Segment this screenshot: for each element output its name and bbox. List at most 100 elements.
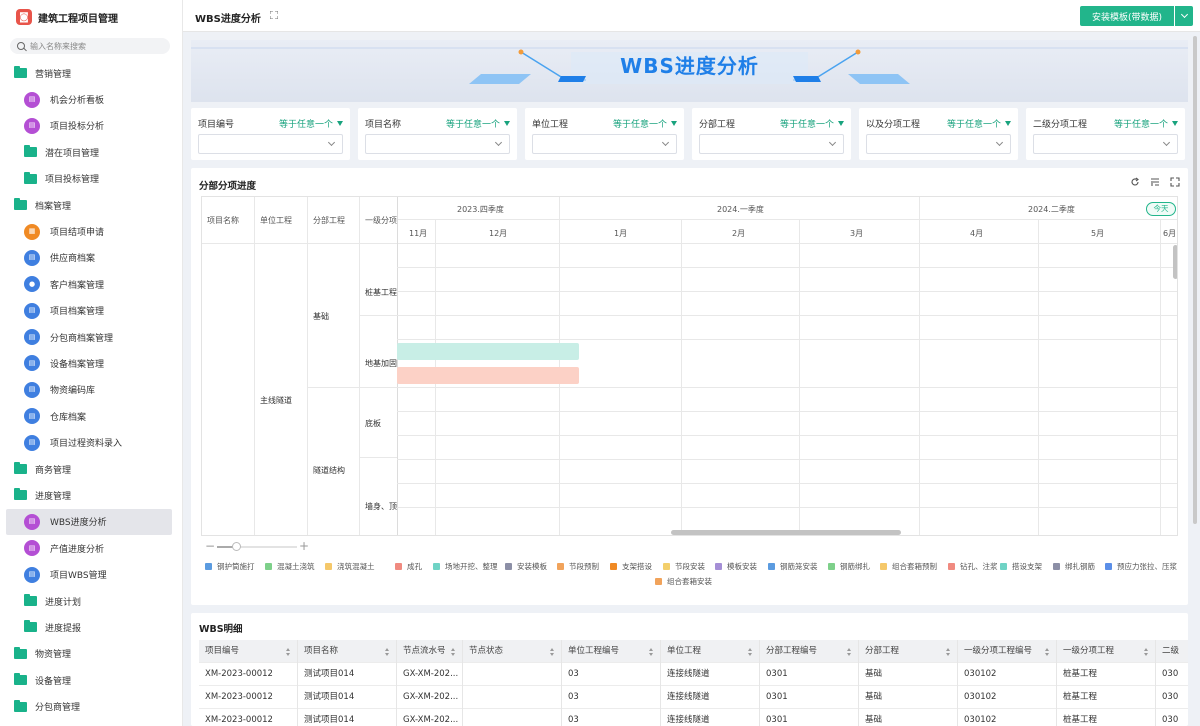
gantt-bar[interactable] bbox=[397, 367, 579, 384]
legend-item[interactable]: 钢筋笼安装 bbox=[768, 561, 818, 572]
horizontal-scrollbar[interactable] bbox=[671, 530, 901, 535]
column-header[interactable]: 二级 bbox=[1156, 640, 1188, 663]
column-header[interactable]: 一级分项工程编号 bbox=[958, 640, 1057, 663]
fullscreen-icon[interactable] bbox=[270, 11, 278, 19]
sidebar-item[interactable]: ▤ 分包商档案管理 bbox=[0, 324, 182, 350]
fullscreen-icon[interactable] bbox=[1170, 177, 1180, 187]
sidebar-item[interactable]: 设备管理 bbox=[0, 667, 182, 693]
column-header[interactable]: 节点流水号 bbox=[397, 640, 463, 663]
table-row[interactable]: XM-2023-00012 测试项目014 GX-XM-202... 03 连接线隧道 0… bbox=[199, 686, 1188, 709]
sidebar-item[interactable]: ▤ 设备档案管理 bbox=[0, 350, 182, 376]
sidebar-item[interactable]: 分包商管理 bbox=[0, 693, 182, 719]
sort-icon[interactable] bbox=[748, 648, 753, 656]
legend-item[interactable]: 钢筋绑扎 bbox=[828, 561, 870, 572]
sort-icon[interactable] bbox=[1045, 648, 1050, 656]
app-title: 建筑工程项目管理 bbox=[38, 13, 118, 25]
search-input[interactable]: 输入名称来搜索 bbox=[10, 38, 170, 54]
legend-item[interactable]: 安装模板 bbox=[505, 561, 547, 572]
sidebar-item[interactable]: ▤ WBS进度分析 bbox=[6, 508, 172, 536]
legend-item[interactable]: 场地开挖、整理 bbox=[433, 561, 498, 572]
sidebar-item[interactable]: ▦ 项目结项申请 bbox=[0, 218, 182, 244]
sort-icon[interactable] bbox=[946, 648, 951, 656]
sidebar-item[interactable]: ● 客户档案管理 bbox=[0, 271, 182, 297]
sidebar-item[interactable]: 进度计划 bbox=[0, 588, 182, 614]
zoom-slider[interactable]: − + bbox=[205, 540, 309, 552]
sort-icon[interactable] bbox=[451, 648, 456, 656]
zoom-out-icon[interactable]: − bbox=[205, 540, 215, 552]
filter-operator-dropdown[interactable]: 等于任意一个 bbox=[279, 117, 343, 130]
filter-value-select[interactable] bbox=[198, 134, 343, 154]
legend-item[interactable]: 混凝土浇筑 bbox=[265, 561, 315, 572]
sidebar-item[interactable]: 进度管理 bbox=[0, 482, 182, 508]
sidebar-item[interactable]: 商务管理 bbox=[0, 456, 182, 482]
filter-operator-dropdown[interactable]: 等于任意一个 bbox=[780, 117, 844, 130]
filter-operator-dropdown[interactable]: 等于任意一个 bbox=[947, 117, 1011, 130]
sort-icon[interactable] bbox=[847, 648, 852, 656]
filter-operator-dropdown[interactable]: 等于任意一个 bbox=[1114, 117, 1178, 130]
legend-item[interactable]: 搭设支架 bbox=[1000, 561, 1042, 572]
tab-wbs-analysis[interactable]: WBS进度分析 bbox=[195, 10, 261, 25]
column-header[interactable]: 分部工程编号 bbox=[760, 640, 859, 663]
sidebar-item[interactable]: ▤ 项目投标分析 bbox=[0, 113, 182, 139]
install-dropdown-button[interactable] bbox=[1175, 6, 1193, 26]
legend-item[interactable]: 钢护筒施打 bbox=[205, 561, 255, 572]
gantt-bar[interactable] bbox=[397, 343, 579, 360]
column-header[interactable]: 项目名称 bbox=[298, 640, 397, 663]
filter-value-select[interactable] bbox=[699, 134, 844, 154]
sidebar-item[interactable]: 物资管理 bbox=[0, 641, 182, 667]
table-row[interactable]: XM-2023-00012 测试项目014 GX-XM-202... 03 连接线隧道 0… bbox=[199, 709, 1188, 726]
legend-item[interactable]: 组合套箱预制 bbox=[880, 561, 937, 572]
legend-item[interactable]: 浇筑混凝土 bbox=[325, 561, 375, 572]
sidebar-item[interactable]: 营销管理 bbox=[0, 60, 182, 86]
legend-item[interactable]: 绑扎钢筋 bbox=[1053, 561, 1095, 572]
vertical-scrollbar[interactable] bbox=[1173, 245, 1177, 279]
sidebar-item[interactable]: ▤ 物资编码库 bbox=[0, 377, 182, 403]
filter-value-select[interactable] bbox=[866, 134, 1011, 154]
sort-icon[interactable] bbox=[1150, 177, 1160, 187]
column-header[interactable]: 一级分项工程 bbox=[1057, 640, 1156, 663]
sort-icon[interactable] bbox=[286, 648, 291, 656]
legend-item[interactable]: 成孔 bbox=[395, 561, 422, 572]
filter-value-select[interactable] bbox=[1033, 134, 1178, 154]
legend-label: 成孔 bbox=[407, 562, 422, 571]
legend-label: 组合套箱安装 bbox=[667, 577, 712, 586]
column-header[interactable]: 分部工程 bbox=[859, 640, 958, 663]
sidebar-item[interactable]: ▤ 供应商档案 bbox=[0, 245, 182, 271]
sidebar-item[interactable]: ▤ 产值进度分析 bbox=[0, 535, 182, 561]
sidebar-item[interactable]: ▤ 机会分析看板 bbox=[0, 86, 182, 112]
filter-value-select[interactable] bbox=[365, 134, 510, 154]
legend-item[interactable]: 支架搭设 bbox=[610, 561, 652, 572]
sort-icon[interactable] bbox=[1144, 648, 1149, 656]
sidebar-item[interactable]: ▤ 项目WBS管理 bbox=[0, 561, 182, 587]
legend-item[interactable]: 钻孔、注浆 bbox=[948, 561, 998, 572]
legend-item[interactable]: 模板安装 bbox=[715, 561, 757, 572]
legend-item[interactable]: 节段安装 bbox=[663, 561, 705, 572]
sort-icon[interactable] bbox=[385, 648, 390, 656]
sidebar-item[interactable]: 项目投标管理 bbox=[0, 166, 182, 192]
column-header[interactable]: 单位工程 bbox=[661, 640, 760, 663]
legend-item[interactable]: 节段预制 bbox=[557, 561, 599, 572]
zoom-handle[interactable] bbox=[232, 542, 241, 551]
column-header[interactable]: 节点状态 bbox=[463, 640, 562, 663]
sidebar-item[interactable]: 档案管理 bbox=[0, 192, 182, 218]
filter-operator-dropdown[interactable]: 等于任意一个 bbox=[613, 117, 677, 130]
sidebar-item[interactable]: ▤ 项目档案管理 bbox=[0, 298, 182, 324]
column-header[interactable]: 项目编号 bbox=[199, 640, 298, 663]
today-button[interactable]: 今天 bbox=[1146, 202, 1176, 216]
table-row[interactable]: XM-2023-00012 测试项目014 GX-XM-202... 03 连接线隧道 0… bbox=[199, 663, 1188, 686]
install-template-button[interactable]: 安装模板(带数据) bbox=[1080, 6, 1174, 26]
filter-operator-dropdown[interactable]: 等于任意一个 bbox=[446, 117, 510, 130]
legend-item[interactable]: 预应力张拉、压浆 bbox=[1105, 561, 1177, 572]
sidebar-item[interactable]: 进度提报 bbox=[0, 614, 182, 640]
filter-value-select[interactable] bbox=[532, 134, 677, 154]
sidebar-item[interactable]: ▤ 项目过程资料录入 bbox=[0, 429, 182, 455]
sidebar-item[interactable]: ▤ 仓库档案 bbox=[0, 403, 182, 429]
page-scrollbar[interactable] bbox=[1193, 36, 1197, 524]
sidebar-item[interactable]: 潜在项目管理 bbox=[0, 139, 182, 165]
refresh-icon[interactable] bbox=[1130, 177, 1140, 187]
legend-item[interactable]: 组合套箱安装 bbox=[655, 576, 712, 587]
column-header[interactable]: 单位工程编号 bbox=[562, 640, 661, 663]
zoom-in-icon[interactable]: + bbox=[299, 540, 309, 552]
sort-icon[interactable] bbox=[550, 648, 555, 656]
sort-icon[interactable] bbox=[649, 648, 654, 656]
